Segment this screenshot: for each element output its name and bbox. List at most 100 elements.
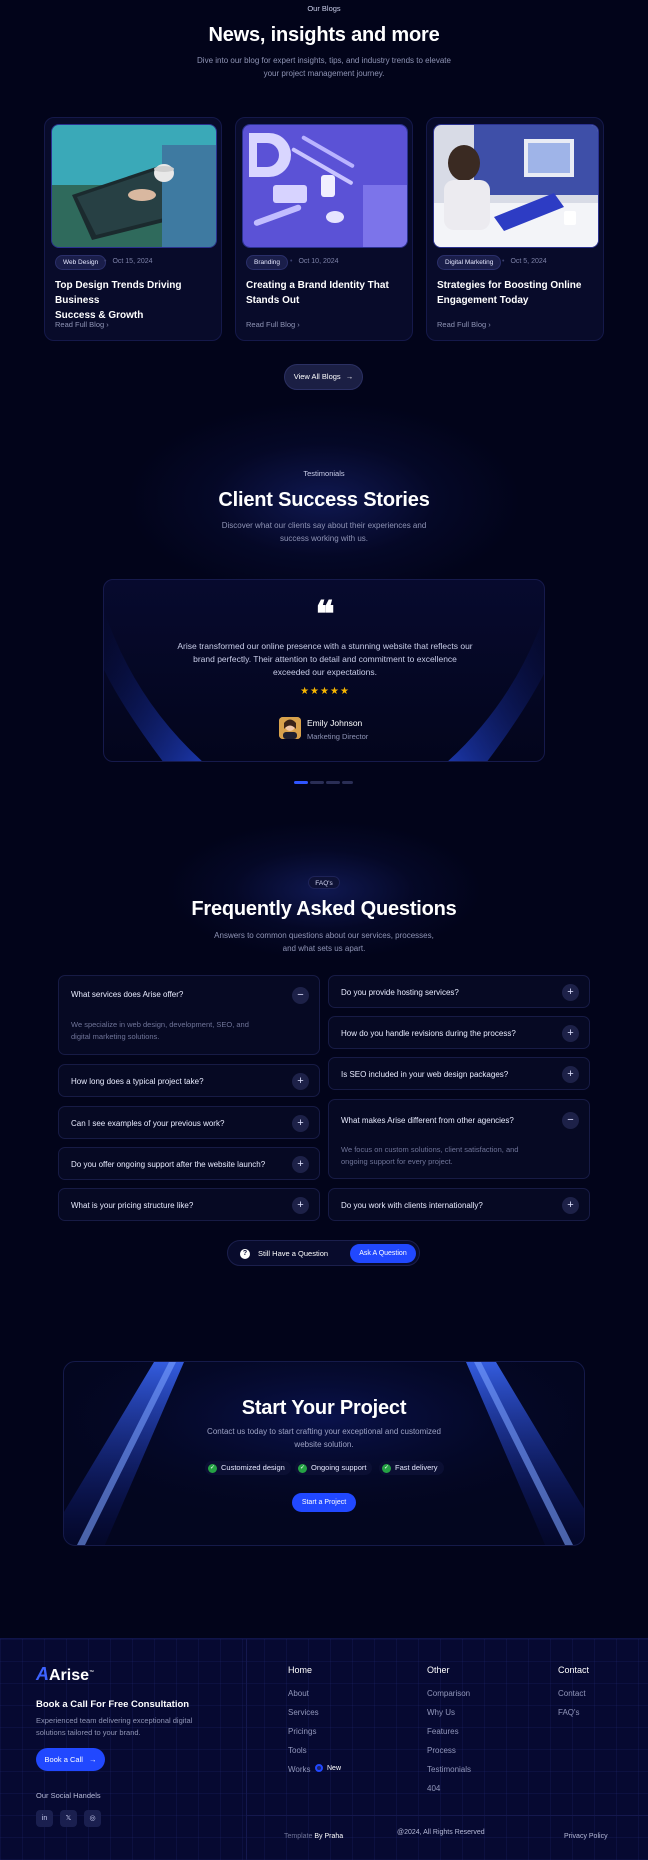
footer-link-features[interactable]: Features	[427, 1727, 459, 1736]
plus-icon[interactable]: +	[562, 1197, 579, 1214]
view-all-blogs-button[interactable]: View All Blogs →	[284, 364, 363, 390]
author-name: Emily Johnson	[307, 718, 363, 728]
footer-desc-line: solutions tailored to your brand.	[36, 1728, 141, 1737]
plus-icon[interactable]: +	[292, 1115, 309, 1132]
faq-item[interactable]: Can I see examples of your previous work…	[58, 1106, 320, 1139]
read-more-link[interactable]: Read Full Blog ›	[437, 320, 491, 329]
plus-icon[interactable]: +	[292, 1156, 309, 1173]
question-icon: ?	[240, 1249, 250, 1259]
faq-question: What services does Arise offer?	[71, 990, 184, 999]
plus-icon[interactable]: +	[292, 1073, 309, 1090]
faq-answer-line: We focus on custom solutions, client sat…	[341, 1145, 519, 1154]
faq-item[interactable]: Do you offer ongoing support after the w…	[58, 1147, 320, 1180]
minus-icon[interactable]: −	[292, 987, 309, 1004]
blog-card[interactable]: Web Design Oct 15, 2024 Top Design Trend…	[44, 117, 222, 341]
footer-desc-line: Experienced team delivering exceptional …	[36, 1716, 193, 1725]
testimonials-label: Testimonials	[303, 469, 345, 478]
faq-item[interactable]: Do you provide hosting services? +	[328, 975, 590, 1008]
privacy-policy-link[interactable]: Privacy Policy	[564, 1833, 608, 1840]
footer-link-process[interactable]: Process	[427, 1746, 456, 1755]
read-more-label: Read Full Blog	[55, 320, 105, 329]
faq-answer: We specialize in web design, development…	[71, 1019, 289, 1043]
footer-link-testimonials[interactable]: Testimonials	[427, 1765, 471, 1774]
post-title-line: Creating a Brand Identity That	[246, 280, 389, 291]
x-twitter-icon[interactable]: 𝕏	[60, 1810, 77, 1827]
feature-label: Fast delivery	[395, 1463, 438, 1472]
plus-icon[interactable]: +	[562, 984, 579, 1001]
faq-question: Do you work with clients internationally…	[341, 1201, 483, 1210]
blog-card[interactable]: Branding Oct 10, 2024 Creating a Brand I…	[235, 117, 413, 341]
book-call-label: Book a Call	[44, 1755, 83, 1764]
read-more-label: Read Full Blog	[437, 320, 487, 329]
arrow-right-icon: →	[88, 1755, 97, 1764]
footer-link-works[interactable]: Works	[288, 1765, 311, 1774]
faq-item[interactable]: How do you handle revisions during the p…	[328, 1016, 590, 1049]
copyright: @2024, All Rights Reserved	[397, 1829, 485, 1836]
faq-item[interactable]: Do you work with clients internationally…	[328, 1188, 590, 1221]
blog-title: News, insights and more	[208, 24, 440, 46]
post-title[interactable]: Strategies for Boosting Online Engagemen…	[437, 278, 593, 308]
faq-item-open[interactable]: What services does Arise offer? − We spe…	[58, 975, 320, 1055]
faq-subtitle-2: and what sets us apart.	[282, 944, 366, 953]
faq-item[interactable]: Is SEO included in your web design packa…	[328, 1057, 590, 1090]
footer-link-404[interactable]: 404	[427, 1784, 440, 1793]
faq-answer-line: We specialize in web design, development…	[71, 1020, 249, 1029]
footer-link-services[interactable]: Services	[288, 1708, 319, 1717]
start-project-button[interactable]: Start a Project	[292, 1493, 356, 1512]
footer-link-pricings[interactable]: Pricings	[288, 1727, 316, 1736]
testimonial-card: ❝ Arise transformed our online presence …	[103, 579, 545, 762]
slider-dot[interactable]	[342, 781, 353, 784]
footer-link-faqs[interactable]: FAQ's	[558, 1708, 580, 1717]
view-all-label: View All Blogs	[293, 372, 341, 381]
plus-icon[interactable]: +	[562, 1066, 579, 1083]
slider-dot[interactable]	[310, 781, 324, 784]
footer-link-tools[interactable]: Tools	[288, 1746, 307, 1755]
book-call-button[interactable]: Book a Call →	[36, 1748, 105, 1771]
faq-item[interactable]: How long does a typical project take? +	[58, 1064, 320, 1097]
slider-dot-active[interactable]	[294, 781, 308, 784]
blog-card[interactable]: Digital Marketing Oct 5, 2024 Strategies…	[426, 117, 604, 341]
footer-logo[interactable]: AArise™	[36, 1664, 94, 1685]
footer-link-why-us[interactable]: Why Us	[427, 1708, 455, 1717]
faq-item-open[interactable]: What makes Arise different from other ag…	[328, 1099, 590, 1179]
quote-line: exceeded our expectations.	[273, 667, 377, 677]
slider-dot[interactable]	[326, 781, 340, 784]
template-credit: Template By Praha	[284, 1833, 343, 1840]
read-more-link[interactable]: Read Full Blog ›	[246, 320, 300, 329]
plus-icon[interactable]: +	[562, 1025, 579, 1042]
post-title[interactable]: Top Design Trends Driving Business Succe…	[55, 278, 211, 323]
check-icon: ✓	[382, 1463, 391, 1473]
check-icon: ✓	[208, 1463, 217, 1473]
faq-question: What is your pricing structure like?	[71, 1201, 194, 1210]
plus-icon[interactable]: +	[292, 1197, 309, 1214]
footer-link-comparison[interactable]: Comparison	[427, 1689, 470, 1698]
minus-icon[interactable]: −	[562, 1112, 579, 1129]
template-prefix: Template	[284, 1833, 313, 1840]
post-title[interactable]: Creating a Brand Identity That Stands Ou…	[246, 278, 402, 308]
chevron-right-icon: ›	[106, 320, 109, 329]
testimonial-quote: Arise transformed our online presence wi…	[104, 640, 544, 679]
blog-label: Our Blogs	[307, 4, 341, 13]
post-date: Oct 15, 2024	[104, 258, 152, 265]
faq-label: FAQ's	[308, 876, 340, 889]
footer-link-contact[interactable]: Contact	[558, 1689, 586, 1698]
still-question-text: Still Have a Question	[258, 1249, 329, 1258]
template-author-link[interactable]: By Praha	[314, 1833, 343, 1840]
arrow-right-icon: →	[345, 372, 354, 381]
faq-item[interactable]: What is your pricing structure like? +	[58, 1188, 320, 1221]
post-date: Oct 5, 2024	[502, 258, 546, 265]
cta-subtitle: Contact us today to start crafting your …	[0, 1425, 648, 1451]
instagram-icon[interactable]: ◎	[84, 1810, 101, 1827]
category-badge: Digital Marketing	[437, 255, 502, 270]
testimonials-subtitle-1: Discover what our clients say about thei…	[221, 521, 427, 530]
testimonials-title: Client Success Stories	[218, 489, 430, 511]
cta-light-beams	[64, 1362, 584, 1545]
linkedin-icon[interactable]: in	[36, 1810, 53, 1827]
blog-image-stationery	[242, 124, 408, 248]
read-more-link[interactable]: Read Full Blog ›	[55, 320, 109, 329]
cta-card	[63, 1361, 585, 1546]
footer-link-about[interactable]: About	[288, 1689, 309, 1698]
ask-question-button[interactable]: Ask A Question	[350, 1244, 416, 1263]
rating-stars: ★★★★★	[300, 686, 350, 697]
faq-answer-line: digital marketing solutions.	[71, 1032, 160, 1041]
